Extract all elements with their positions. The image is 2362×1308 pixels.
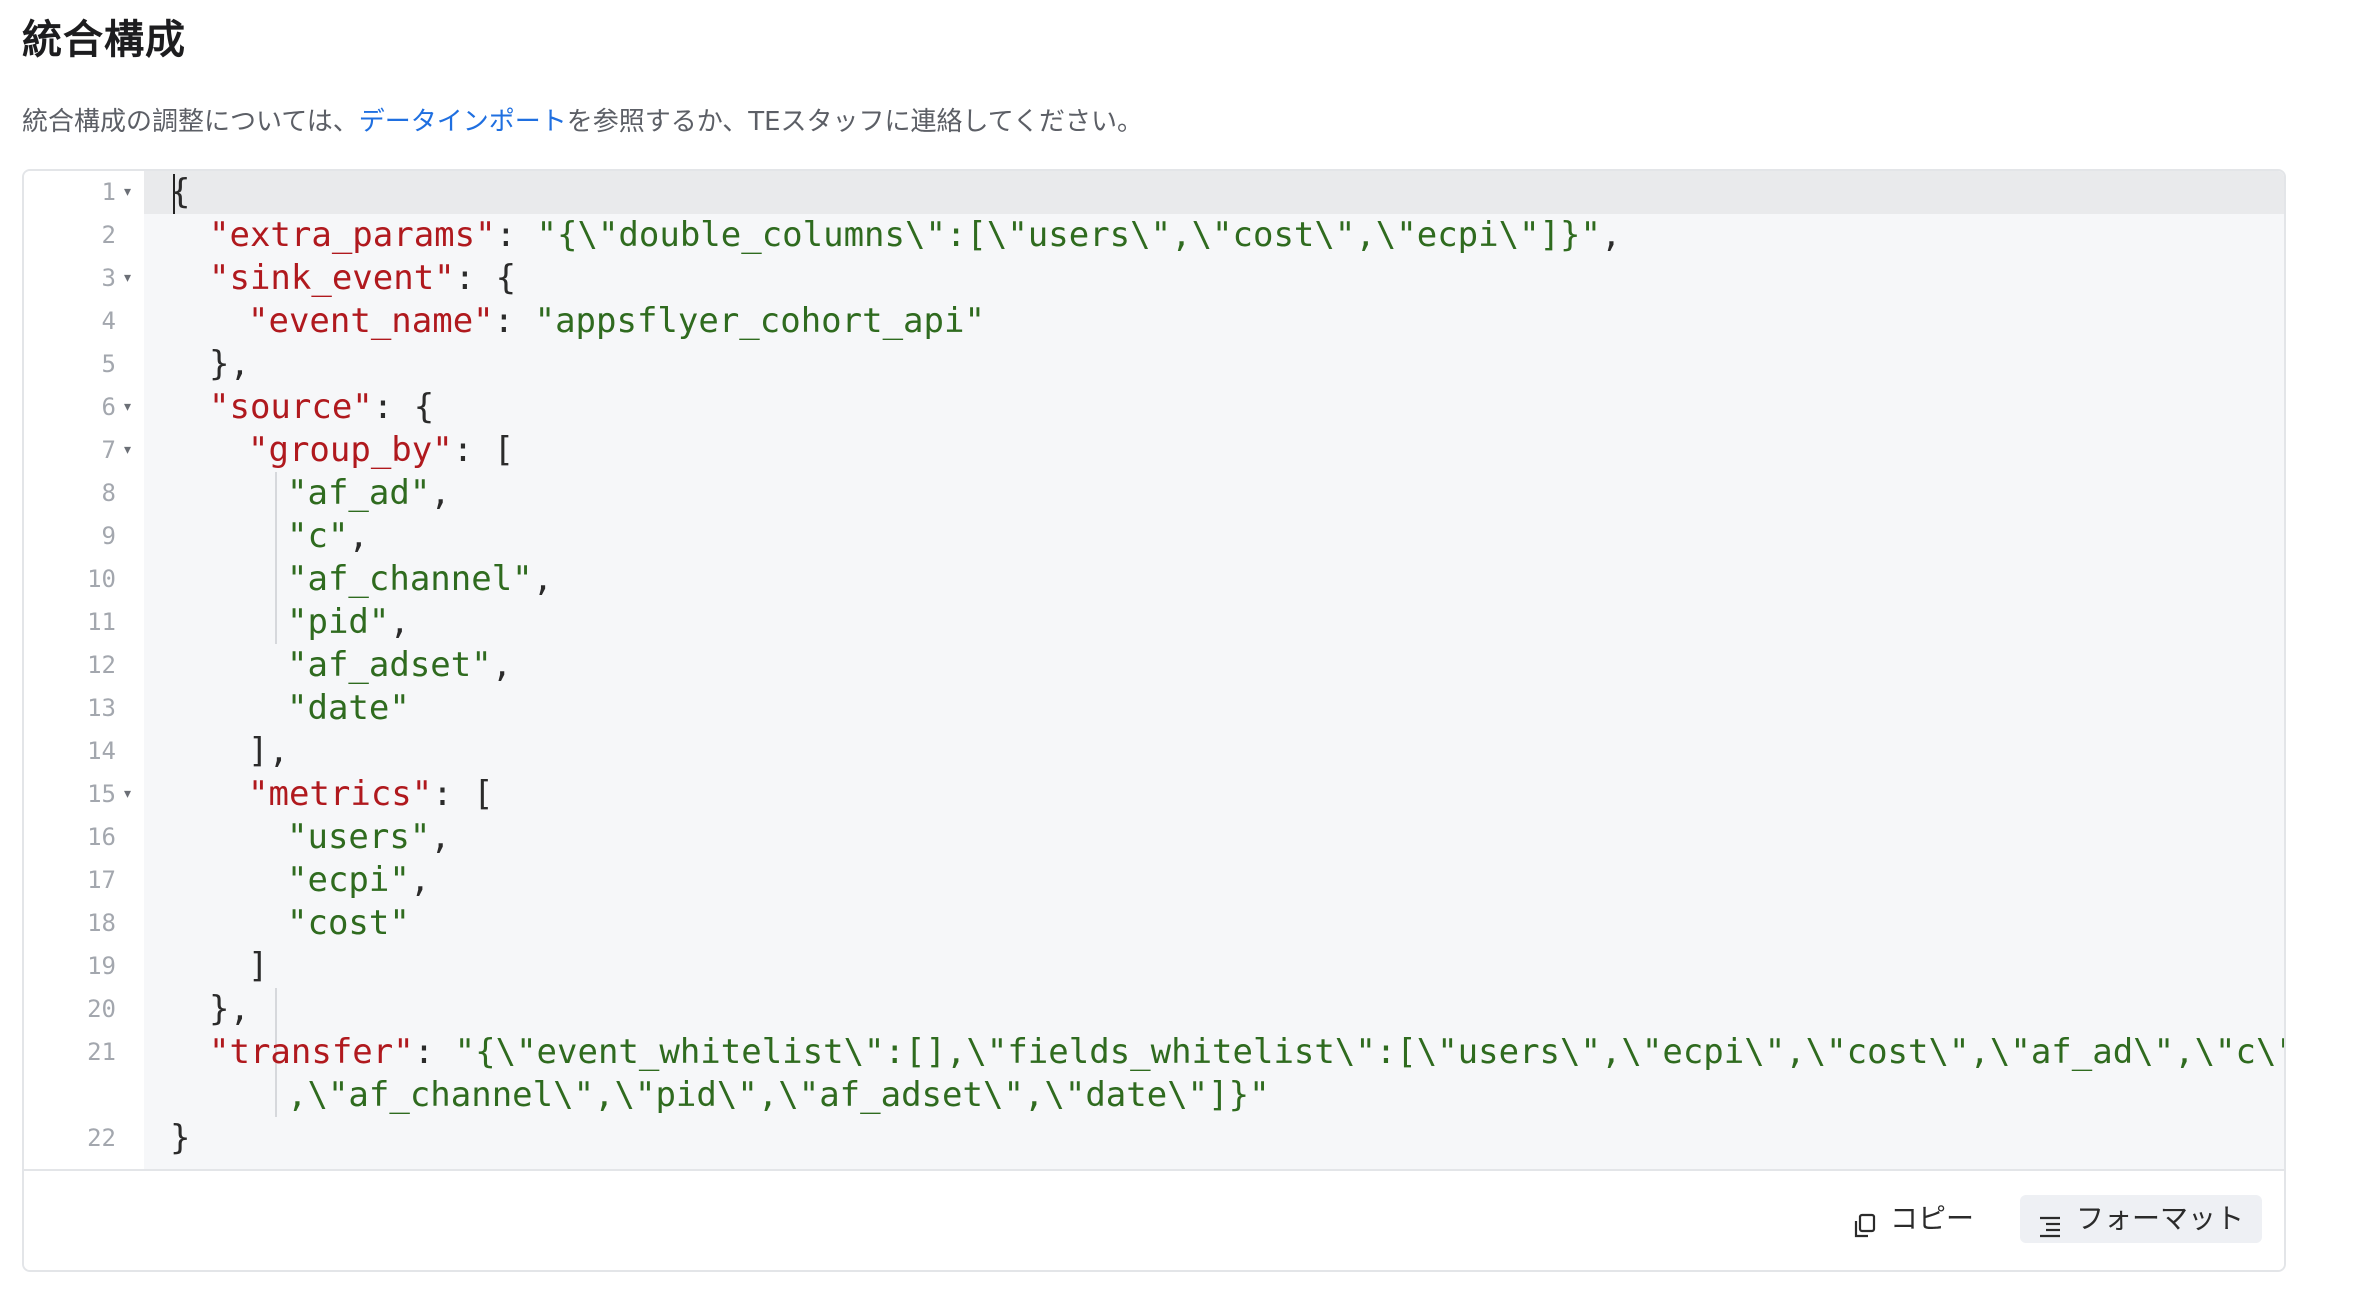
page-description: 統合構成の調整については、データインポートを参照するか、TEスタッフに連絡してく… xyxy=(22,104,1143,140)
fold-arrow-icon[interactable]: ▾ xyxy=(124,429,144,472)
description-prefix: 統合構成の調整については、 xyxy=(22,107,359,137)
line-number: 21 xyxy=(87,1038,116,1066)
line-number: 18 xyxy=(87,909,116,937)
line-number: 13 xyxy=(87,694,116,722)
json-key: "event_name" xyxy=(248,301,494,341)
description-suffix: を参照するか、TEスタッフに連絡してください。 xyxy=(566,107,1143,137)
line-number: 14 xyxy=(87,737,116,765)
code-line-17: "ecpi", xyxy=(287,860,431,900)
json-key: "group_by" xyxy=(248,430,453,470)
line-number: 22 xyxy=(87,1124,116,1152)
code-line-12: "af_adset", xyxy=(287,645,513,685)
line-number: 5 xyxy=(101,350,116,378)
code-line-14: ], xyxy=(248,731,289,771)
json-string: "date" xyxy=(287,688,410,728)
code-line-16: "users", xyxy=(287,817,451,857)
json-string: "{\"event_whitelist\":[],\"fields_whitel… xyxy=(454,1032,2286,1072)
json-code-editor[interactable]: 1 ▾ 2 3 ▾ 4 5 6 ▾ 7 ▾ 8 9 10 11 12 13 14 15 ▾ 16 17 18 19 20 21 22… xyxy=(24,171,2284,1171)
line-number: 12 xyxy=(87,651,116,679)
line-number: 16 xyxy=(87,823,116,851)
json-string: "ecpi" xyxy=(287,860,410,900)
data-import-link[interactable]: データインポート xyxy=(359,107,567,137)
json-key: "extra_params" xyxy=(209,215,496,255)
code-line-1: { xyxy=(170,171,190,214)
code-line-13: "date" xyxy=(287,687,410,730)
json-key: "sink_event" xyxy=(209,258,455,298)
fold-arrow-icon[interactable]: ▾ xyxy=(124,386,144,429)
code-line-19: ] xyxy=(248,946,269,986)
line-number: 17 xyxy=(87,866,116,894)
json-key: "metrics" xyxy=(248,774,433,814)
line-number: 10 xyxy=(87,565,116,593)
code-line-21-wrap: ,\"af_channel\",\"pid\",\"af_adset\",\"d… xyxy=(287,1074,1270,1117)
line-number: 19 xyxy=(87,952,116,980)
code-line-2: "extra_params": "{\"double_columns\":[\"… xyxy=(209,215,1622,255)
line-number: 4 xyxy=(101,307,116,335)
json-string: "pid" xyxy=(287,602,390,642)
fold-arrow-icon[interactable]: ▾ xyxy=(124,257,144,300)
brace: } xyxy=(170,1118,191,1158)
json-string: "af_channel" xyxy=(287,559,533,599)
json-string: ,\"af_channel\",\"pid\",\"af_adset\",\"d… xyxy=(287,1075,1270,1115)
json-string: "af_ad" xyxy=(287,473,431,513)
code-line-15: "metrics": [ xyxy=(248,774,494,814)
code-line-18: "cost" xyxy=(287,902,410,945)
code-line-11: "pid", xyxy=(287,602,410,642)
code-line-22: } xyxy=(170,1117,190,1160)
code-line-20: }, xyxy=(209,989,250,1029)
code-line-7: "group_by": [ xyxy=(248,430,515,470)
line-number: 20 xyxy=(87,995,116,1023)
active-line-highlight xyxy=(144,171,2284,214)
json-key: "transfer" xyxy=(209,1032,414,1072)
code-line-3: "sink_event": { xyxy=(209,258,517,298)
json-string: "cost" xyxy=(287,903,410,943)
page-title: 統合構成 xyxy=(22,17,186,63)
copy-button[interactable]: コピー xyxy=(1834,1195,1992,1243)
json-string: "appsflyer_cohort_api" xyxy=(534,301,985,341)
fold-arrow-icon[interactable]: ▾ xyxy=(124,773,144,816)
code-line-21: "transfer": "{\"event_whitelist\":[],\"f… xyxy=(209,1031,2286,1074)
line-number: 11 xyxy=(87,608,116,636)
fold-arrow-icon[interactable]: ▾ xyxy=(124,171,144,214)
indent-guide xyxy=(275,472,277,644)
json-key: "source" xyxy=(209,387,373,427)
code-line-4: "event_name": "appsflyer_cohort_api" xyxy=(248,301,985,341)
config-panel: 1 ▾ 2 3 ▾ 4 5 6 ▾ 7 ▾ 8 9 10 11 12 13 14 15 ▾ 16 17 18 19 20 21 22… xyxy=(22,169,2286,1272)
code-line-8: "af_ad", xyxy=(287,473,451,513)
code-line-5: }, xyxy=(209,344,250,384)
editor-footer: コピー フォーマット xyxy=(24,1169,2284,1270)
code-line-9: "c", xyxy=(287,516,369,556)
line-number: 2 xyxy=(101,221,116,249)
copy-icon xyxy=(1852,1206,1878,1238)
copy-button-label: コピー xyxy=(1890,1202,1975,1235)
brace: { xyxy=(170,172,191,212)
line-number: 9 xyxy=(101,522,116,550)
line-number: 8 xyxy=(101,479,116,507)
json-string: "af_adset" xyxy=(287,645,492,685)
json-string: "{\"double_columns\":[\"users\",\"cost\"… xyxy=(536,215,1601,255)
format-button-label: フォーマット xyxy=(2076,1202,2245,1235)
format-button[interactable]: フォーマット xyxy=(2020,1195,2263,1243)
format-lines-icon xyxy=(2038,1206,2064,1238)
code-line-10: "af_channel", xyxy=(287,559,554,599)
json-string: "c" xyxy=(287,516,349,556)
json-string: "users" xyxy=(287,817,431,857)
code-line-6: "source": { xyxy=(209,387,435,427)
